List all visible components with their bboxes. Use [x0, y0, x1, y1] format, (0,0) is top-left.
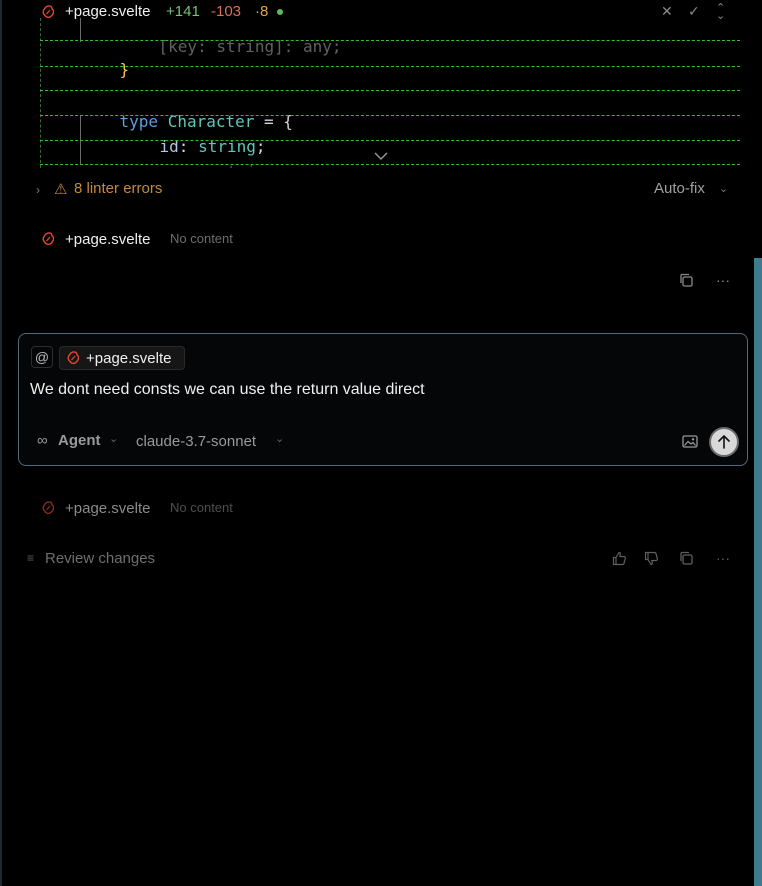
diff-line-separator	[40, 66, 740, 67]
diff-line-separator	[40, 164, 740, 165]
chevron-right-icon[interactable]: ›	[36, 183, 40, 197]
more-options-icon[interactable]: ···	[714, 271, 732, 289]
infinity-icon: ∞	[37, 432, 48, 449]
arrow-up-icon	[718, 435, 730, 449]
thumbs-up-icon[interactable]	[610, 549, 628, 567]
copy-icon[interactable]	[677, 549, 695, 567]
image-icon[interactable]	[681, 432, 699, 450]
send-button[interactable]	[709, 427, 739, 457]
list-icon: ≡	[27, 551, 35, 565]
window-left-border	[0, 0, 2, 886]
diff-line-separator	[40, 90, 740, 91]
chip-filename: +page.svelte	[86, 350, 172, 367]
file-ref-status: No content	[170, 500, 233, 515]
mention-button[interactable]: @	[31, 346, 53, 368]
linter-errors-toggle[interactable]: 8 linter errors	[74, 180, 162, 200]
chevron-down-icon[interactable]: ⌄	[719, 182, 728, 195]
diff-line-separator	[40, 115, 740, 116]
scrollbar-thumb[interactable]	[754, 258, 762, 886]
more-options-icon[interactable]: ···	[714, 549, 732, 567]
file-ref-name[interactable]: +page.svelte	[65, 231, 150, 248]
context-file-chip[interactable]: +page.svelte	[59, 346, 185, 370]
prompt-input[interactable]: We dont need consts we can use the retur…	[30, 381, 425, 399]
thumbs-down-icon[interactable]	[642, 549, 660, 567]
chevron-down-icon[interactable]	[374, 151, 388, 161]
svelte-icon	[42, 5, 54, 19]
code-diff-view[interactable]: [key: string]: any; } type Character = {…	[40, 18, 740, 168]
review-changes-button[interactable]: Review changes	[45, 550, 155, 567]
diff-line-separator	[40, 140, 740, 141]
mode-selector[interactable]: Agent	[58, 432, 101, 449]
copy-icon[interactable]	[677, 271, 695, 289]
indent-guide	[80, 18, 81, 42]
autofix-button[interactable]: Auto-fix	[654, 180, 705, 197]
modified-indicator-dot	[277, 9, 283, 15]
svelte-icon	[42, 232, 54, 246]
message-composer[interactable]: @ +page.svelte We dont need consts we ca…	[18, 333, 748, 466]
svelte-icon	[67, 351, 79, 365]
diff-line-separator	[40, 40, 740, 41]
model-selector[interactable]: claude-3.7-sonnet	[136, 433, 256, 450]
chevron-down-icon[interactable]: ⌄	[275, 432, 284, 445]
file-ref-status: No content	[170, 231, 233, 246]
file-ref-name[interactable]: +page.svelte	[65, 500, 150, 517]
warning-icon: ⚠	[54, 181, 68, 198]
svelte-icon	[42, 501, 54, 515]
chevron-down-icon[interactable]: ⌄	[109, 432, 118, 445]
